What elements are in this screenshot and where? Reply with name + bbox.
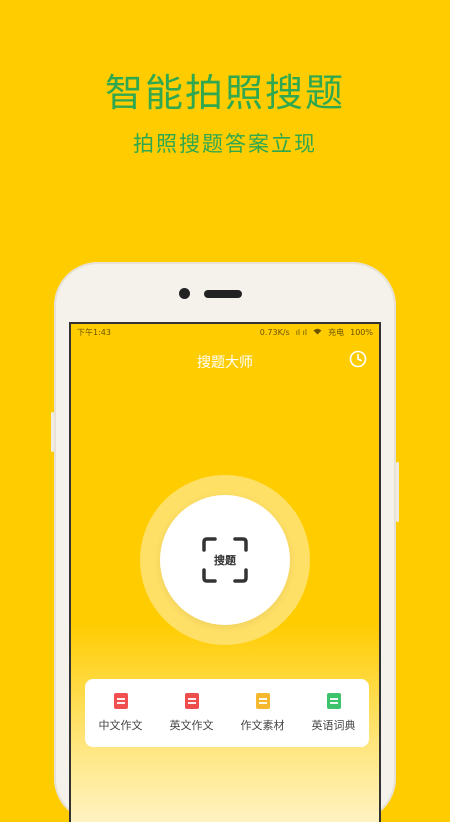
tool-label: 英语词典 xyxy=(311,719,356,732)
promo-title: 智能拍照搜题 xyxy=(104,71,345,115)
front-camera xyxy=(179,288,190,299)
clock-icon[interactable] xyxy=(349,350,367,368)
status-bar: 下午1:43 0.73K/s ıl ıl 充电 100% xyxy=(71,324,379,340)
scan-frame-icon: 搜题 xyxy=(201,536,249,584)
essay-material-icon xyxy=(255,693,270,709)
phone-frame: 下午1:43 0.73K/s ıl ıl 充电 100% 搜题大师 搜题 中文作… xyxy=(51,262,399,822)
tool-english-dictionary[interactable]: 英语词典 xyxy=(301,693,367,733)
battery-percent: 100% xyxy=(350,327,373,337)
phone-screen: 下午1:43 0.73K/s ıl ıl 充电 100% 搜题大师 搜题 中文作… xyxy=(69,322,381,822)
tool-label: 英文作文 xyxy=(169,719,214,732)
status-speed: 0.73K/s xyxy=(259,327,290,337)
signal-icon: ıl ıl xyxy=(295,327,308,337)
scan-search-button[interactable]: 搜题 xyxy=(160,495,290,625)
scan-label: 搜题 xyxy=(214,554,236,567)
status-indicators: 0.73K/s ıl ıl 充电 100% xyxy=(260,327,373,338)
tool-label: 作文素材 xyxy=(240,719,285,732)
phone-volume-button xyxy=(396,462,399,522)
earpiece-speaker xyxy=(204,290,242,298)
english-dictionary-icon xyxy=(326,693,341,709)
tool-essay-material[interactable]: 作文素材 xyxy=(230,693,296,733)
tools-card: 中文作文 英文作文 作文素材 英语词典 xyxy=(85,679,369,747)
wifi-icon xyxy=(313,328,322,337)
english-essay-icon xyxy=(184,693,199,709)
phone-side-button xyxy=(51,412,54,452)
tool-english-essay[interactable]: 英文作文 xyxy=(159,693,225,733)
tool-chinese-essay[interactable]: 中文作文 xyxy=(88,693,154,733)
promo-subtitle: 拍照搜题答案立现 xyxy=(133,132,317,156)
status-time: 下午1:43 xyxy=(77,327,111,337)
battery-label: 充电 xyxy=(328,327,345,337)
chinese-essay-icon xyxy=(113,693,128,709)
tool-label: 中文作文 xyxy=(98,719,143,732)
app-title: 搜题大师 xyxy=(197,355,253,371)
